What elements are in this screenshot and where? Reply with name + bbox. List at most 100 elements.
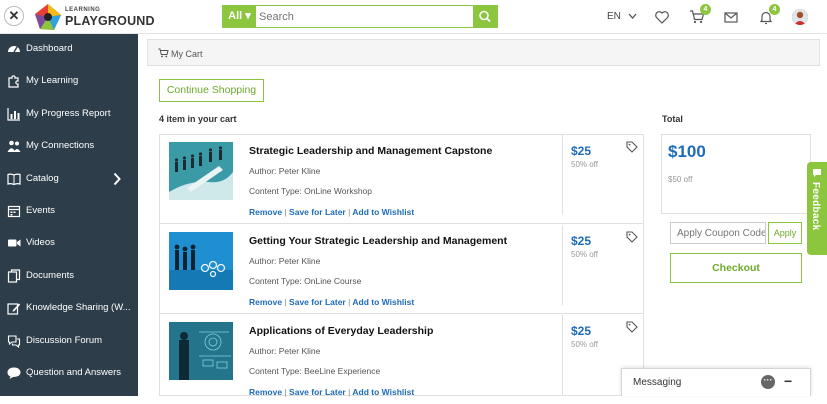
sidebar-item-label: My Progress Report <box>26 108 111 119</box>
breadcrumb: My Cart <box>147 39 820 66</box>
cart-badge: 4 <box>700 4 711 15</box>
course-thumbnail[interactable] <box>169 142 233 200</box>
sidebar-item-label: My Connections <box>26 140 95 151</box>
remove-link[interactable]: Remove <box>249 207 282 217</box>
more-options-icon[interactable]: ··· <box>761 375 775 389</box>
close-icon[interactable]: ✕ <box>4 6 24 26</box>
sidebar-item-question-and-answers[interactable]: Question and Answers <box>0 358 138 388</box>
messaging-panel[interactable]: Messaging ··· − <box>621 368 811 396</box>
separator: | <box>284 297 287 307</box>
course-thumbnail[interactable] <box>169 322 233 380</box>
item-author: Author: Peter Kline <box>249 166 321 176</box>
sidebar-item-label: Catalog <box>26 173 59 184</box>
chevron-down-icon <box>628 13 637 19</box>
sidebar-item-label: Discussion Forum <box>26 335 103 346</box>
total-label: Total <box>662 114 683 124</box>
item-content-type: Content Type: BeeLine Experience <box>249 366 381 376</box>
total-price: $100 <box>668 142 706 161</box>
logo-big-text: PLAYGROUND <box>65 14 155 28</box>
bar-chart-icon <box>7 108 20 121</box>
sidebar-item-my-progress-report[interactable]: My Progress Report <box>0 99 138 129</box>
documents-icon <box>7 269 21 283</box>
chevron-right-icon <box>113 172 121 186</box>
top-bar: ✕ LEARNING PLAYGROUND All ▾ EN <box>0 0 827 34</box>
item-title[interactable]: Getting Your Strategic Leadership and Ma… <box>249 235 507 247</box>
search-category-label: All <box>228 10 243 22</box>
cart-icon <box>158 48 169 58</box>
save-for-later-link[interactable]: Save for Later <box>289 297 346 307</box>
sidebar-item-my-connections[interactable]: My Connections <box>0 131 138 161</box>
item-discount: 50% off <box>571 340 598 349</box>
sidebar-item-videos[interactable]: Videos <box>0 228 138 258</box>
sidebar-item-label: My Learning <box>26 75 79 86</box>
puzzle-icon <box>8 75 19 88</box>
sidebar-item-events[interactable]: Events <box>0 196 138 226</box>
search-bar: All ▾ <box>222 5 498 28</box>
cart-item: Applications of Everyday Leadership Auth… <box>160 315 643 404</box>
sidebar-item-discussion-forum[interactable]: Discussion Forum <box>0 326 138 356</box>
continue-shopping-button[interactable]: Continue Shopping <box>159 79 264 102</box>
cart-item: Strategic Leadership and Management Caps… <box>160 135 643 224</box>
search-button[interactable] <box>473 6 497 27</box>
messaging-label: Messaging <box>633 377 682 388</box>
chat-icon <box>7 367 21 379</box>
checkout-button[interactable]: Checkout <box>670 253 802 283</box>
total-savings: $50 off <box>668 175 693 184</box>
tag-icon[interactable] <box>626 321 638 333</box>
notification-bell-icon[interactable]: 4 <box>758 4 780 25</box>
divider <box>562 225 563 305</box>
main-content: My Cart Continue Shopping 4 item in your… <box>138 34 827 397</box>
sidebar-item-label: Videos <box>26 237 55 248</box>
sidebar-item-my-learning[interactable]: My Learning <box>0 66 138 96</box>
item-author: Author: Peter Kline <box>249 256 321 266</box>
tag-icon[interactable] <box>626 141 638 153</box>
sidebar-item-knowledge-sharing[interactable]: Knowledge Sharing (W... <box>0 293 138 323</box>
save-for-later-link[interactable]: Save for Later <box>289 207 346 217</box>
apply-coupon-button[interactable]: Apply <box>768 222 802 244</box>
feedback-tab[interactable]: Feedback <box>807 162 827 255</box>
item-actions: Remove | Save for Later | Add to Wishlis… <box>249 207 414 217</box>
sidebar-item-dashboard[interactable]: Dashboard <box>0 34 138 64</box>
calendar-icon <box>7 205 21 218</box>
sidebar-item-label: Documents <box>26 270 75 281</box>
item-discount: 50% off <box>571 160 598 169</box>
course-thumbnail[interactable] <box>169 232 233 290</box>
language-selector[interactable]: EN <box>607 11 637 22</box>
item-content-type: Content Type: OnLine Course <box>249 276 362 286</box>
separator: | <box>348 207 351 217</box>
cart-icon[interactable]: 4 <box>689 4 711 25</box>
wishlist-heart-icon[interactable] <box>654 9 670 25</box>
item-author: Author: Peter Kline <box>249 346 321 356</box>
remove-link[interactable]: Remove <box>249 297 282 307</box>
search-icon <box>479 10 491 23</box>
separator: | <box>284 207 287 217</box>
feedback-icon <box>813 169 821 177</box>
mail-icon[interactable] <box>723 9 739 25</box>
logo[interactable]: LEARNING PLAYGROUND <box>34 3 155 31</box>
logo-small-text: LEARNING <box>65 7 101 13</box>
sidebar-item-catalog[interactable]: Catalog <box>0 164 138 194</box>
users-icon <box>7 140 21 152</box>
avatar[interactable] <box>792 9 808 25</box>
cart-item: Getting Your Strategic Leadership and Ma… <box>160 225 643 314</box>
search-category-dropdown[interactable]: All ▾ <box>223 6 256 27</box>
item-title[interactable]: Strategic Leadership and Management Caps… <box>249 145 492 157</box>
sidebar-item-label: Events <box>26 205 56 216</box>
item-actions: Remove | Save for Later | Add to Wishlis… <box>249 297 414 307</box>
search-input[interactable] <box>259 6 471 27</box>
tag-icon[interactable] <box>626 231 638 243</box>
dashboard-icon <box>8 46 20 53</box>
coupon-code-input[interactable] <box>670 222 766 244</box>
divider <box>562 135 563 215</box>
add-to-wishlist-link[interactable]: Add to Wishlist <box>352 207 414 217</box>
minimize-icon[interactable]: − <box>784 373 792 389</box>
total-box: $100 $50 off <box>661 134 811 214</box>
sidebar-item-documents[interactable]: Documents <box>0 261 138 291</box>
add-to-wishlist-link[interactable]: Add to Wishlist <box>352 297 414 307</box>
language-label: EN <box>607 11 621 22</box>
item-discount: 50% off <box>571 250 598 259</box>
breadcrumb-label: My Cart <box>171 49 203 59</box>
item-title[interactable]: Applications of Everyday Leadership <box>249 325 433 337</box>
video-icon <box>8 239 21 247</box>
item-price: $25 <box>571 324 592 338</box>
